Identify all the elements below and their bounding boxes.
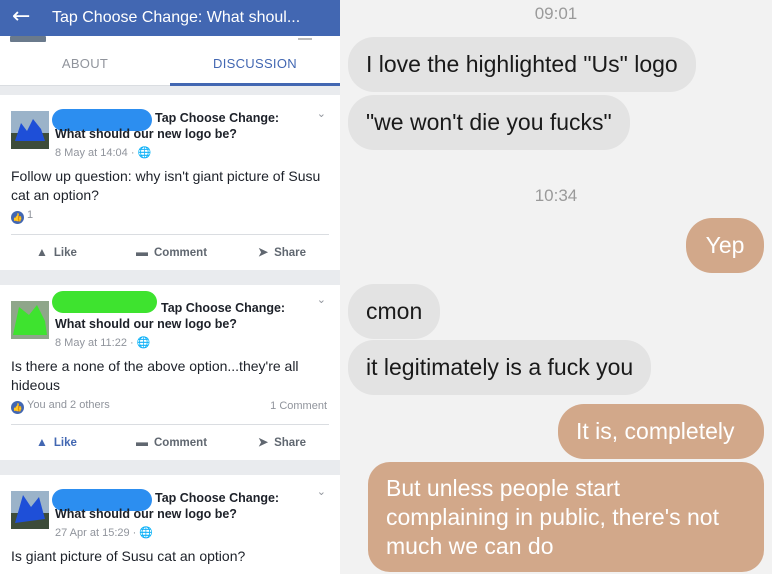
reaction-count-text: 1: [27, 209, 34, 221]
chevron-down-icon[interactable]: ⌄: [317, 485, 326, 498]
chat-panel: 09:01 I love the highlighted "Us" logo "…: [340, 0, 772, 574]
avatar-image: [11, 301, 49, 339]
like-button[interactable]: ▲ Like: [36, 435, 77, 449]
page-name[interactable]: Tap Choose Change:: [155, 111, 279, 125]
share-label: Share: [274, 437, 307, 449]
post-title[interactable]: What should our new logo be?: [55, 317, 237, 331]
comment-icon: ▬: [136, 245, 148, 259]
tab-bar: ABOUT DISCUSSION: [0, 44, 340, 86]
comment-label: Comment: [154, 437, 208, 449]
reaction-count-text: You and 2 others: [27, 399, 110, 411]
cover-thumbnail: [10, 36, 46, 42]
facebook-panel: ← Tap Choose Change: What shoul... ABOUT…: [0, 0, 340, 574]
cover-strip: [0, 36, 340, 44]
incoming-message[interactable]: "we won't die you fucks": [348, 95, 630, 150]
outgoing-message[interactable]: But unless people start complaining in p…: [368, 462, 764, 572]
thumbs-up-icon: ▲: [36, 435, 48, 449]
page-name[interactable]: Tap Choose Change:: [161, 301, 285, 315]
comment-label: Comment: [154, 247, 208, 259]
incoming-message[interactable]: cmon: [348, 284, 441, 339]
arrow-left-icon[interactable]: ←: [12, 6, 30, 28]
incoming-message[interactable]: I love the highlighted "Us" logo: [348, 37, 696, 92]
share-label: Share: [274, 247, 307, 259]
tab-discussion[interactable]: DISCUSSION: [170, 44, 340, 86]
timestamp: 10:34: [534, 186, 578, 205]
like-reaction-icon: 👍: [11, 211, 24, 224]
avatar[interactable]: [11, 491, 49, 529]
post-card: Tap Choose Change: What should our new l…: [0, 285, 340, 460]
post-actions: ▲ Like ▬ Comment ➤ Share: [0, 429, 340, 459]
tab-about[interactable]: ABOUT: [0, 44, 170, 86]
post-timestamp: 27 Apr at 15:29 · 🌐: [55, 527, 154, 539]
share-arrow-icon: ➤: [258, 435, 269, 449]
outgoing-message[interactable]: It is, completely: [558, 404, 764, 459]
reaction-count[interactable]: 👍 You and 2 others: [11, 399, 110, 414]
share-button[interactable]: ➤ Share: [258, 245, 306, 259]
redaction-scribble: [52, 291, 157, 313]
like-label: Like: [53, 437, 77, 449]
app-header: ← Tap Choose Change: What shoul...: [0, 0, 340, 36]
outgoing-message[interactable]: Yep: [686, 218, 764, 273]
timestamp: 09:01: [534, 4, 578, 23]
cover-marker: [298, 38, 312, 40]
avatar-image: [11, 491, 49, 529]
share-arrow-icon: ➤: [258, 245, 269, 259]
thumbs-up-icon: ▲: [36, 245, 48, 259]
header-title: Tap Choose Change: What shoul...: [52, 9, 301, 26]
page-name[interactable]: Tap Choose Change:: [155, 491, 279, 505]
avatar[interactable]: [11, 301, 49, 339]
comment-button[interactable]: ▬ Comment: [136, 435, 207, 449]
share-button[interactable]: ➤ Share: [258, 435, 306, 449]
post-card: Tap Choose Change: What should our new l…: [0, 95, 340, 270]
divider: [11, 234, 329, 235]
post-text: Follow up question: why isn't giant pict…: [11, 168, 321, 203]
post-timestamp: 8 May at 14:04 · 🌐: [55, 147, 152, 159]
post-actions: ▲ Like ▬ Comment ➤ Share: [0, 239, 340, 269]
comment-count[interactable]: 1 Comment: [270, 400, 327, 412]
post-timestamp: 8 May at 11:22 · 🌐: [55, 337, 151, 349]
chevron-down-icon[interactable]: ⌄: [317, 293, 326, 306]
divider: [11, 424, 329, 425]
post-title[interactable]: What should our new logo be?: [55, 507, 237, 521]
post-text: Is there a none of the above option...th…: [11, 358, 299, 393]
reaction-count[interactable]: 👍 1: [11, 209, 33, 224]
like-label: Like: [53, 247, 77, 259]
like-button[interactable]: ▲ Like: [36, 245, 77, 259]
like-reaction-icon: 👍: [11, 401, 24, 414]
post-card: Tap Choose Change: What should our new l…: [0, 475, 340, 574]
avatar-image: [11, 111, 49, 149]
post-title[interactable]: What should our new logo be?: [55, 127, 237, 141]
post-text: Is giant picture of Susu cat an option?: [11, 548, 246, 564]
chevron-down-icon[interactable]: ⌄: [317, 107, 326, 120]
comment-icon: ▬: [136, 435, 148, 449]
incoming-message[interactable]: it legitimately is a fuck you: [348, 340, 652, 395]
avatar[interactable]: [11, 111, 49, 149]
comment-button[interactable]: ▬ Comment: [136, 245, 207, 259]
